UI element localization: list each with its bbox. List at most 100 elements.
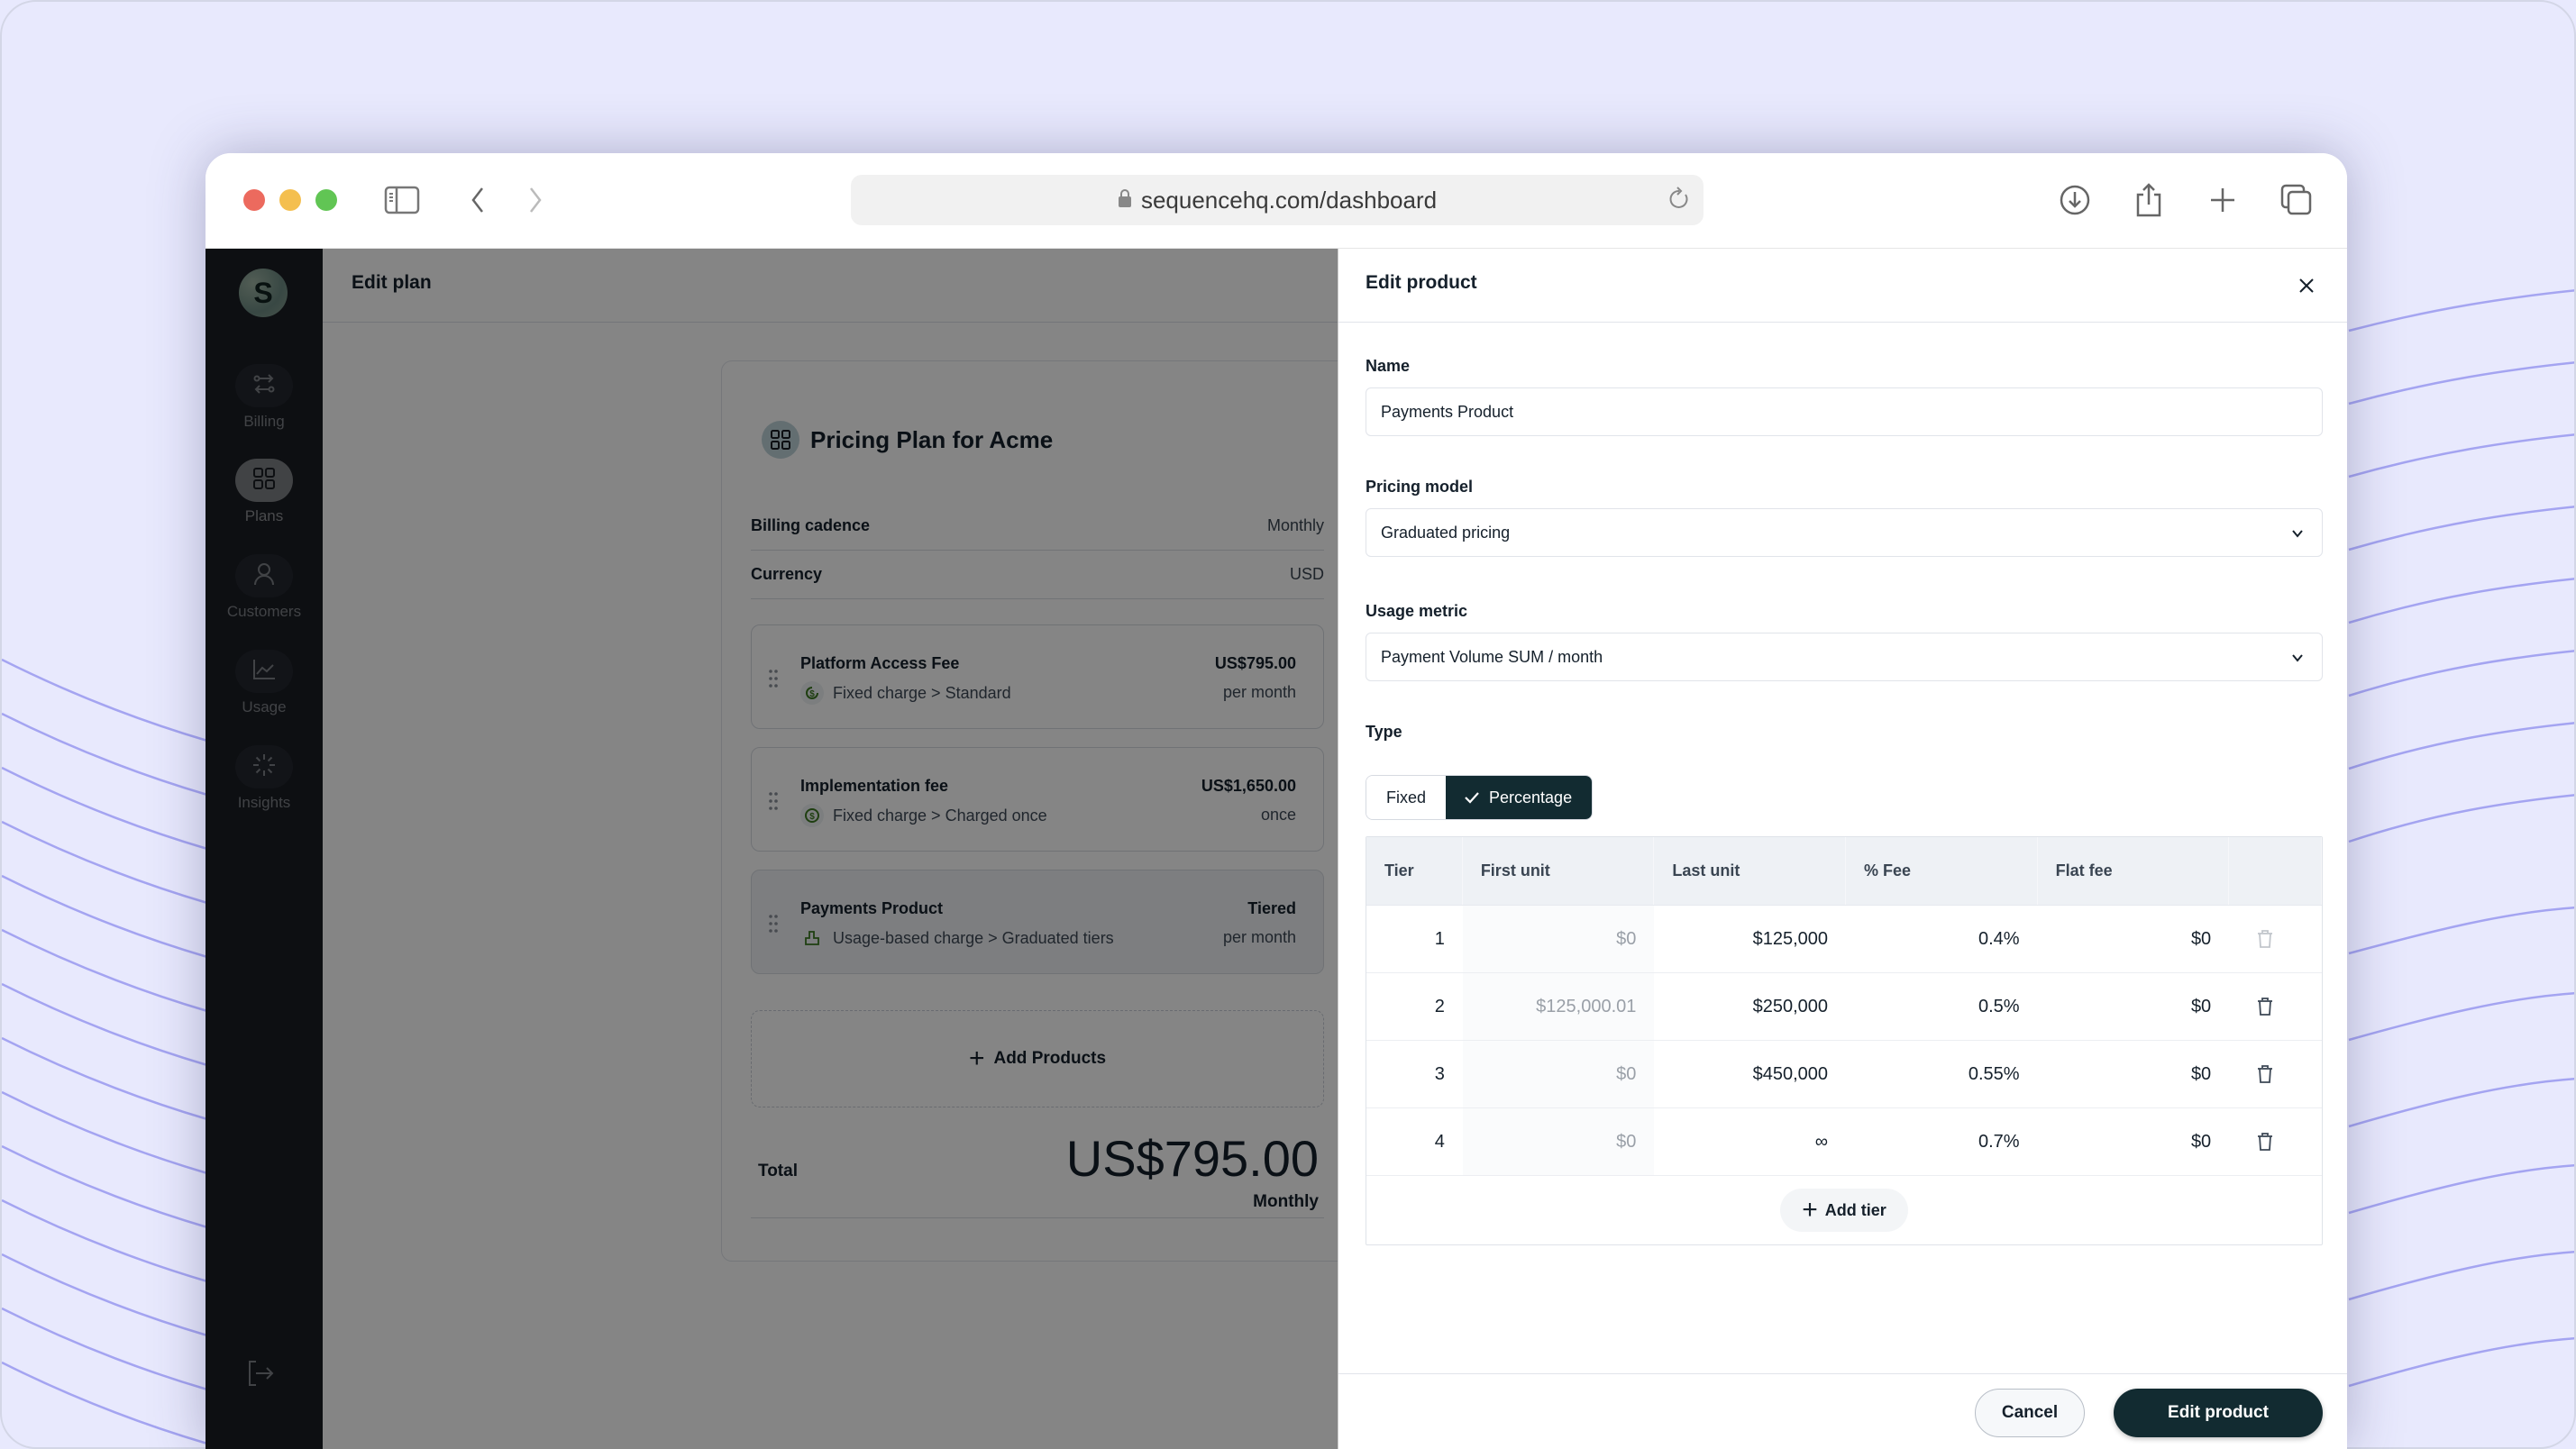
drag-handle-icon[interactable]	[768, 791, 779, 816]
close-window-button[interactable]	[243, 189, 265, 211]
edit-product-button[interactable]: Edit product	[2114, 1389, 2323, 1437]
chevron-down-icon	[2291, 525, 2304, 546]
add-products-button[interactable]: + Add Products	[751, 1010, 1324, 1107]
last-unit-input[interactable]: $250,000	[1654, 973, 1846, 1040]
sidebar-item-customers[interactable]: Customers	[206, 554, 323, 621]
sidebar-item-billing[interactable]: Billing	[206, 364, 323, 431]
trash-icon	[2257, 930, 2272, 948]
svg-text:$: $	[809, 689, 815, 699]
currency-label: Currency	[751, 565, 823, 583]
name-input[interactable]	[1381, 402, 2307, 422]
tier-number: 1	[1434, 928, 1445, 949]
product-subtitle: Usage-based charge > Graduated tiers	[800, 926, 1114, 950]
grid-icon	[251, 466, 277, 496]
sidebar-item-label: Insights	[237, 794, 291, 811]
delete-tier-button[interactable]	[2229, 906, 2322, 972]
product-card[interactable]: Payments Product Usage-based charge > Gr…	[751, 870, 1324, 974]
plus-icon: +	[968, 1043, 985, 1073]
drawer-title: Edit product	[1366, 272, 1477, 293]
column-header: Tier	[1366, 837, 1463, 905]
avatar[interactable]: S	[239, 269, 288, 317]
usage-metric-label: Usage metric	[1366, 602, 1468, 620]
delete-tier-button[interactable]	[2229, 1108, 2322, 1175]
product-price: US$795.00	[1214, 654, 1296, 672]
product-period: per month	[1222, 928, 1296, 946]
flat-fee-input[interactable]: $0	[2038, 1108, 2230, 1175]
product-name: Payments Product	[800, 899, 944, 917]
product-subtitle: $ Fixed charge > Standard	[800, 681, 1011, 705]
product-card[interactable]: Implementation fee $ Fixed charge > Char…	[751, 747, 1324, 852]
app: S Billing Plans Customers Usage Insights…	[206, 249, 2347, 1449]
type-option-fixed[interactable]: Fixed	[1366, 776, 1447, 819]
fee-input[interactable]: 0.55%	[1846, 1041, 2038, 1107]
last-unit-input[interactable]: $125,000	[1654, 906, 1846, 972]
sidebar-toggle-icon[interactable]	[382, 180, 422, 220]
column-header: Flat fee	[2038, 837, 2230, 905]
table-row: 1 $0 $125,000 0.4% $0	[1366, 906, 2322, 973]
trash-icon	[2257, 998, 2272, 1016]
flat-fee-input[interactable]: $0	[2038, 906, 2230, 972]
sidebar: S Billing Plans Customers Usage Insights	[206, 249, 323, 1449]
divider	[751, 1217, 1324, 1218]
plus-icon: +	[1802, 1195, 1818, 1225]
product-card[interactable]: Platform Access Fee $ Fixed charge > Sta…	[751, 624, 1324, 729]
pricing-model-label: Pricing model	[1366, 478, 1474, 496]
last-unit-input[interactable]: $450,000	[1654, 1041, 1846, 1107]
cancel-button[interactable]: Cancel	[1975, 1389, 2085, 1437]
drag-handle-icon[interactable]	[768, 914, 779, 938]
flat-fee-input[interactable]: $0	[2038, 1041, 2230, 1107]
table-row: 2 $125,000.01 $250,000 0.5% $0	[1366, 973, 2322, 1041]
total-period: Monthly	[1253, 1192, 1319, 1211]
type-toggle: Fixed Percentage	[1366, 775, 1594, 820]
tab-overview-icon[interactable]	[2277, 180, 2316, 220]
product-price: US$1,650.00	[1201, 777, 1296, 795]
sidebar-item-usage[interactable]: Usage	[206, 650, 323, 716]
pricing-model-select[interactable]: Graduated pricing	[1366, 508, 2323, 557]
column-header: Last unit	[1654, 837, 1846, 905]
maximize-window-button[interactable]	[315, 189, 337, 211]
plan-title: Pricing Plan for Acme	[810, 425, 1054, 453]
product-subtitle: $ Fixed charge > Charged once	[800, 804, 1047, 827]
address-bar[interactable]: sequencehq.com/dashboard	[851, 175, 1704, 225]
reload-icon[interactable]	[1667, 186, 1691, 219]
sidebar-item-insights[interactable]: Insights	[206, 745, 323, 812]
delete-tier-button[interactable]	[2229, 1041, 2322, 1107]
sidebar-item-label: Plans	[244, 507, 284, 524]
plan-card: Pricing Plan for Acme Billing cadence Mo…	[721, 360, 1352, 1262]
download-icon[interactable]	[2055, 180, 2095, 220]
share-icon[interactable]	[2129, 180, 2169, 220]
lock-icon	[1118, 187, 1132, 214]
add-tier-button[interactable]: + Add tier	[1780, 1189, 1908, 1232]
usage-metric-select[interactable]: Payment Volume SUM / month	[1366, 633, 2323, 681]
back-icon[interactable]	[458, 180, 498, 220]
fee-input[interactable]: 0.7%	[1846, 1108, 2038, 1175]
browser-toolbar: sequencehq.com/dashboard	[206, 153, 2347, 249]
usage-metric-value: Payment Volume SUM / month	[1381, 647, 1603, 666]
billing-cadence-label: Billing cadence	[751, 516, 871, 534]
name-field[interactable]	[1366, 387, 2323, 436]
flat-fee-input[interactable]: $0	[2038, 973, 2230, 1040]
table-row: 4 $0 ∞ 0.7% $0	[1366, 1108, 2322, 1176]
user-icon	[252, 561, 276, 591]
new-tab-icon[interactable]	[2203, 180, 2243, 220]
type-option-percentage[interactable]: Percentage	[1446, 776, 1593, 819]
check-icon	[1465, 792, 1479, 804]
last-unit-input[interactable]: ∞	[1654, 1108, 1846, 1175]
type-label: Type	[1366, 723, 1402, 741]
table-row: 3 $0 $450,000 0.55% $0	[1366, 1041, 2322, 1108]
minimize-window-button[interactable]	[279, 189, 301, 211]
fee-input[interactable]: 0.5%	[1846, 973, 2038, 1040]
fee-input[interactable]: 0.4%	[1846, 906, 2038, 972]
page-title: Edit plan	[352, 272, 432, 293]
close-drawer-button[interactable]	[2291, 270, 2322, 301]
sidebar-item-plans[interactable]: Plans	[206, 459, 323, 525]
column-header	[2229, 837, 2323, 905]
forward-icon[interactable]	[516, 180, 555, 220]
sidebar-item-label: Billing	[243, 413, 285, 430]
product-price: Tiered	[1247, 899, 1296, 917]
currency-value: USD	[1289, 565, 1324, 583]
logout-icon[interactable]	[245, 1359, 278, 1392]
chevron-down-icon	[2291, 650, 2304, 670]
drag-handle-icon[interactable]	[768, 669, 779, 693]
delete-tier-button[interactable]	[2229, 973, 2322, 1040]
